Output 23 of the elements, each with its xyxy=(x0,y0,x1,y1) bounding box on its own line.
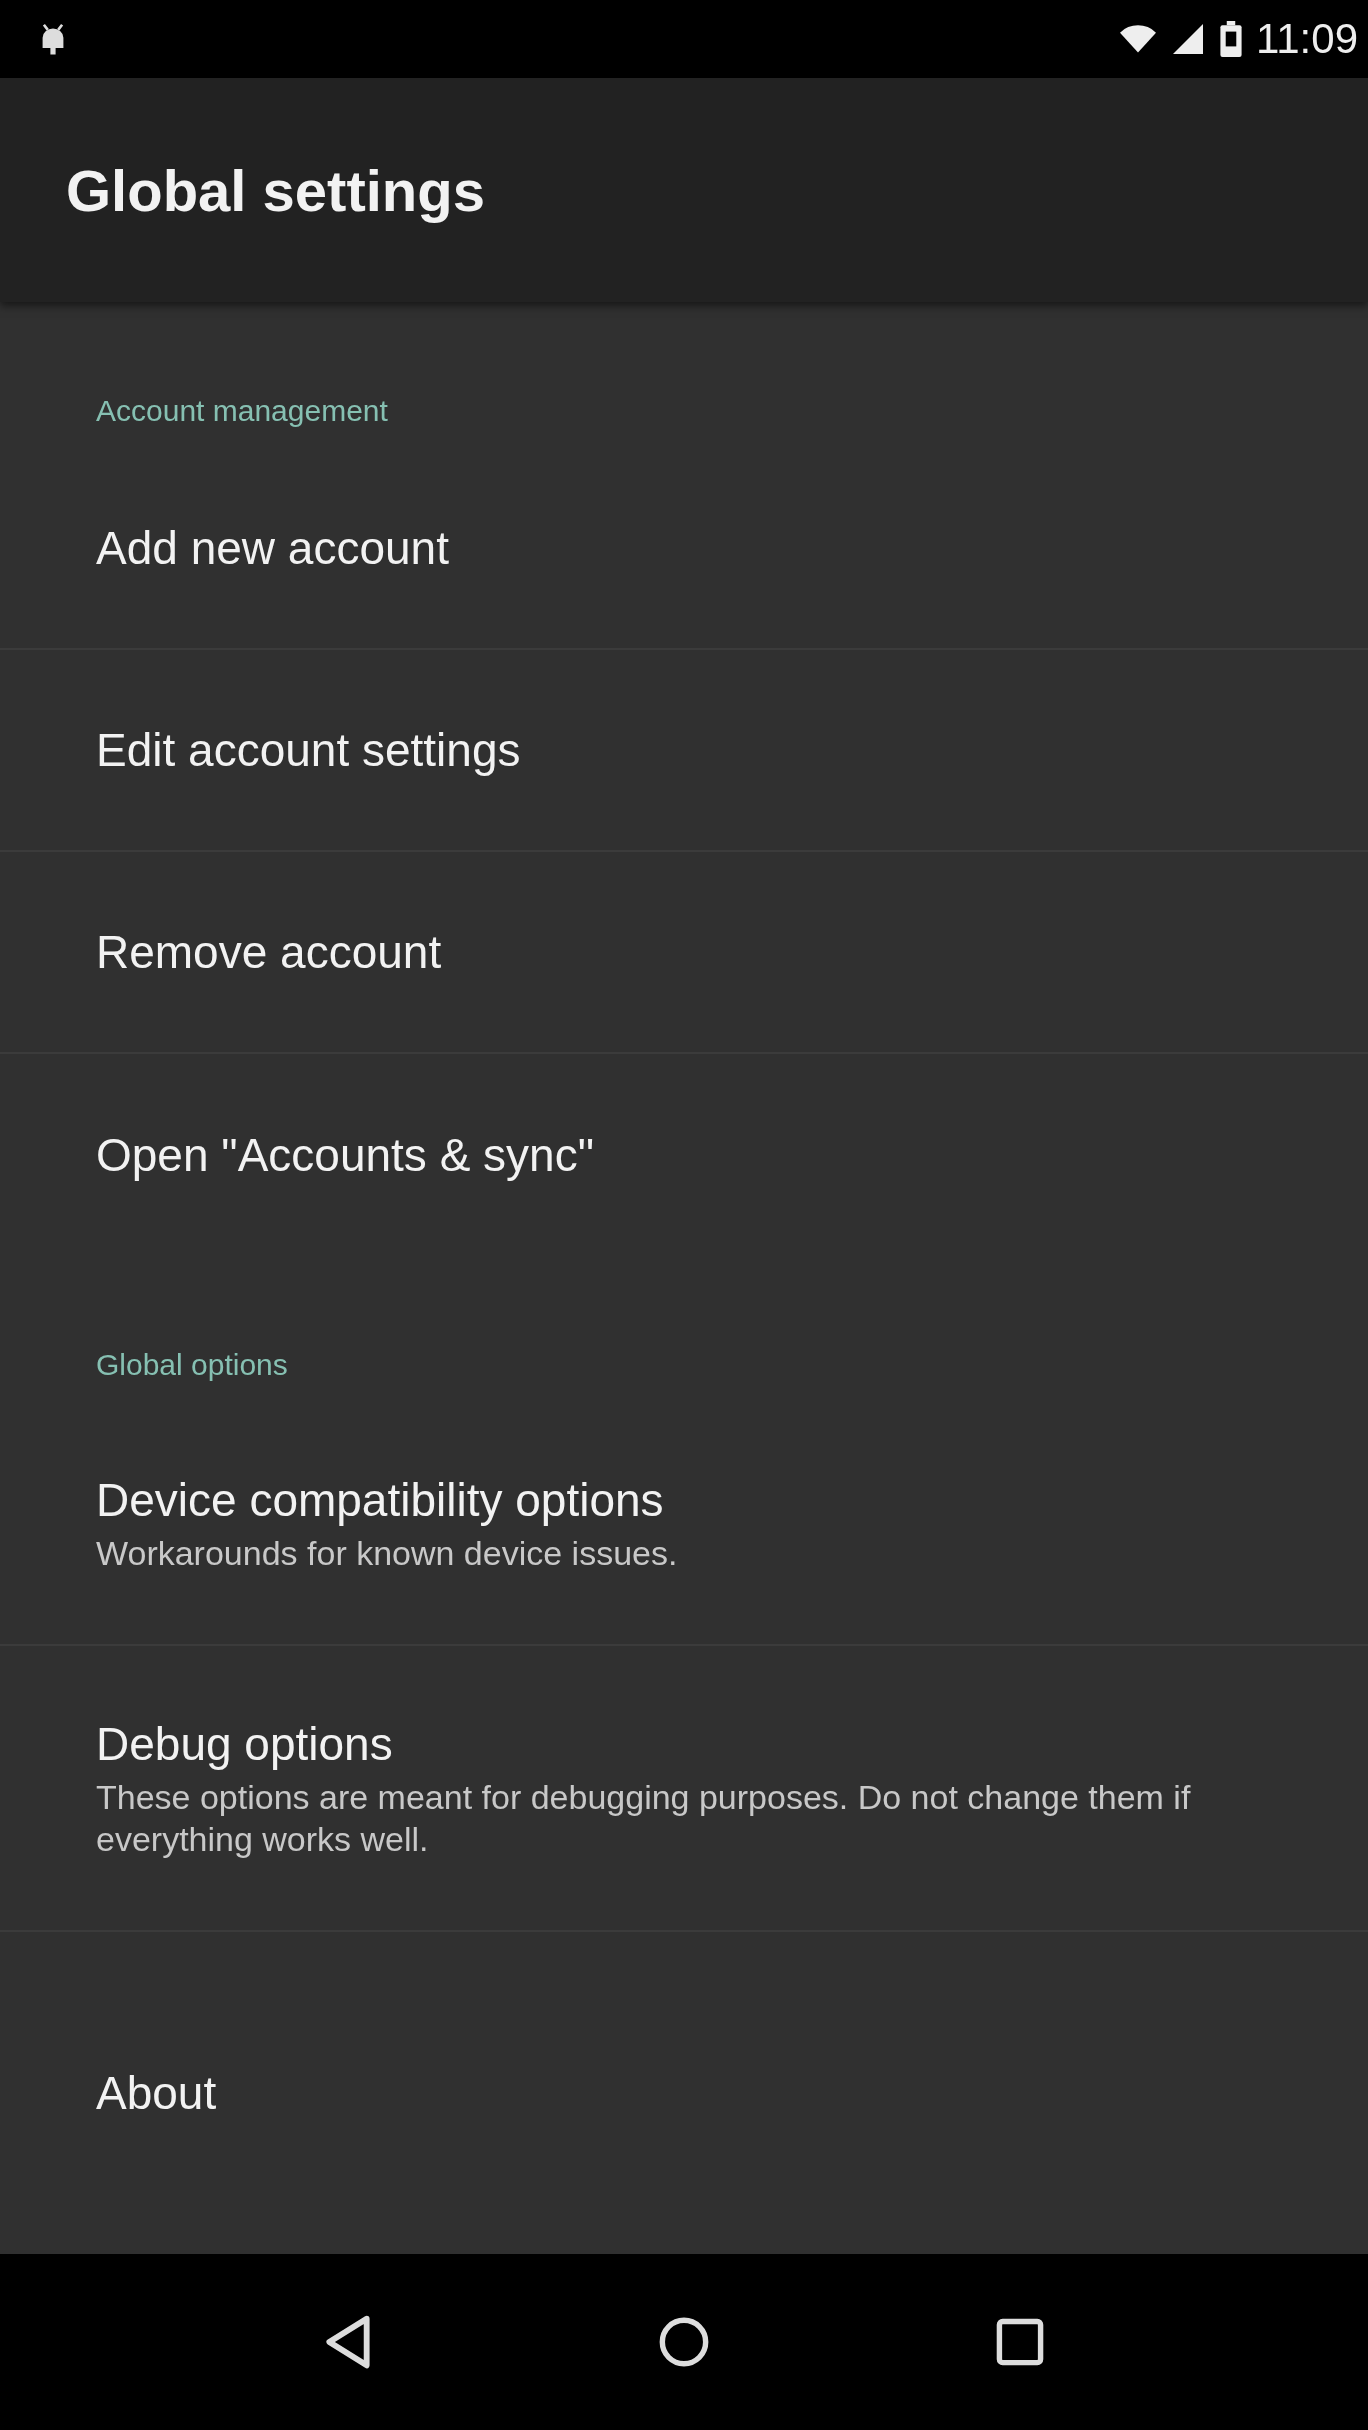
section-header: Global options xyxy=(96,1348,288,1381)
settings-item[interactable]: Open "Accounts & sync" xyxy=(0,1054,1368,1256)
item-summary: These options are meant for debugging purposes. Do not change them if everything works well. xyxy=(96,1777,1192,1860)
clock-time: 11:09 xyxy=(1256,15,1358,63)
item-title: Remove account xyxy=(96,925,443,980)
settings-item[interactable]: Debug options These options are meant for debugging purposes. Do not change them if everything works well. xyxy=(0,1646,1368,1932)
battery-icon xyxy=(1220,21,1242,57)
settings-item[interactable]: Edit account settings xyxy=(0,650,1368,852)
item-title: Device compatibility options xyxy=(96,1473,665,1528)
item-title: Add new account xyxy=(96,521,450,576)
item-summary: Workarounds for known device issues. xyxy=(96,1533,679,1574)
settings-item[interactable]: Remove account xyxy=(0,852,1368,1054)
item-title: Open "Accounts & sync" xyxy=(96,1128,595,1183)
item-title: Debug options xyxy=(96,1717,394,1772)
screen-title: Global settings xyxy=(66,156,485,224)
item-title: About xyxy=(96,2066,218,2121)
wifi-icon xyxy=(1120,24,1156,54)
settings-item[interactable]: About xyxy=(0,1932,1368,2254)
settings-item[interactable]: Device compatibility options Workarounds for known device issues. xyxy=(0,1402,1368,1646)
android-icon xyxy=(40,22,66,56)
item-title: Edit account settings xyxy=(96,723,522,778)
section-header: Account management xyxy=(96,394,388,427)
settings-item[interactable]: Add new account xyxy=(0,448,1368,650)
